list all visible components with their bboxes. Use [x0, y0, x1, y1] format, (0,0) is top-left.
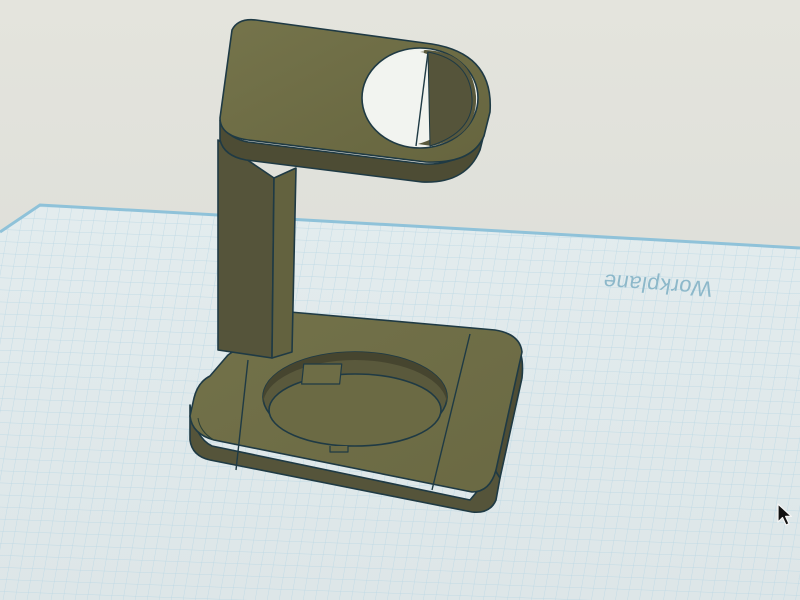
pillar-front [271, 167, 297, 359]
arrow-cursor-icon [777, 503, 793, 526]
cable-slot [329, 446, 349, 453]
cable-notch [301, 363, 343, 385]
charger-recess-floor [268, 373, 442, 447]
pillar-side [217, 139, 275, 359]
design-canvas[interactable] [0, 0, 800, 600]
3d-viewport[interactable]: Workplane [0, 0, 800, 600]
